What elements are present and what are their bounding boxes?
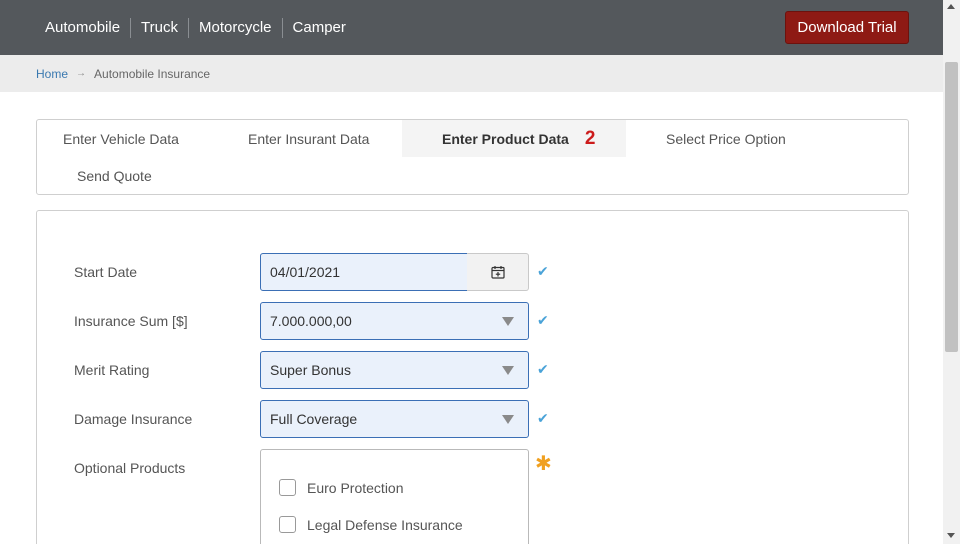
tab-label: Enter Insurant Data	[248, 130, 370, 147]
main-nav: Automobile Truck Motorcycle Camper	[45, 0, 356, 55]
tab-enter-insurant-data[interactable]: Enter Insurant Data	[248, 120, 369, 157]
start-date-label: Start Date	[74, 264, 138, 280]
calendar-button[interactable]	[467, 253, 529, 291]
page-scrollbar[interactable]	[943, 0, 960, 544]
tab-count-badge: 2	[584, 127, 596, 149]
tab-label: Send Quote	[77, 167, 152, 184]
nav-item-motorcycle[interactable]: Motorcycle	[188, 17, 282, 38]
tab-enter-product-data[interactable]: Enter Product Data 2	[402, 120, 626, 157]
legal-defense-checkbox[interactable]	[279, 516, 296, 533]
breadcrumb-current: Automobile Insurance	[94, 66, 211, 81]
euro-protection-label: Euro Protection	[307, 479, 404, 496]
nav-item-camper[interactable]: Camper	[281, 17, 356, 38]
chevron-down-icon	[502, 317, 514, 326]
tab-label: Enter Vehicle Data	[63, 130, 179, 147]
start-date-checkmark-icon: ✔	[537, 263, 549, 279]
damage-insurance-select[interactable]: Full Coverage	[260, 400, 529, 438]
euro-protection-checkbox[interactable]	[279, 479, 296, 496]
merit-rating-checkmark-icon: ✔	[537, 361, 549, 377]
calendar-icon	[490, 266, 505, 279]
damage-insurance-checkmark-icon: ✔	[537, 410, 549, 426]
insurance-sum-checkmark-icon: ✔	[537, 312, 549, 328]
scroll-up-icon[interactable]	[947, 4, 955, 9]
optional-products-label: Optional Products	[74, 460, 186, 476]
start-date-value: 04/01/2021	[270, 264, 341, 280]
required-asterisk-icon: ✱	[535, 453, 552, 475]
damage-insurance-label: Damage Insurance	[74, 411, 193, 427]
tab-select-price-option[interactable]: Select Price Option	[666, 120, 786, 157]
tab-label: Select Price Option	[666, 130, 786, 147]
insurance-sum-label: Insurance Sum [$]	[74, 313, 188, 329]
merit-rating-label: Merit Rating	[74, 362, 150, 378]
nav-item-truck[interactable]: Truck	[130, 17, 188, 38]
scrollbar-thumb[interactable]	[945, 62, 958, 352]
merit-rating-select[interactable]: Super Bonus	[260, 351, 529, 389]
tab-send-quote[interactable]: Send Quote	[77, 157, 152, 194]
start-date-input[interactable]: 04/01/2021	[260, 253, 468, 291]
breadcrumb-bar: Home → Automobile Insurance	[0, 55, 943, 92]
tab-label: Enter Product Data	[442, 130, 569, 147]
insurance-sum-select[interactable]: 7.000.000,00	[260, 302, 529, 340]
merit-rating-value: Super Bonus	[270, 362, 351, 378]
breadcrumb-arrow-icon: →	[76, 68, 87, 79]
tab-enter-vehicle-data[interactable]: Enter Vehicle Data	[63, 120, 179, 157]
breadcrumb: Home → Automobile Insurance	[36, 55, 210, 92]
legal-defense-option[interactable]: Legal Defense Insurance	[279, 516, 463, 533]
download-trial-button[interactable]: Download Trial	[785, 11, 909, 44]
nav-item-automobile[interactable]: Automobile	[45, 18, 130, 38]
insurance-sum-value: 7.000.000,00	[270, 313, 352, 329]
euro-protection-option[interactable]: Euro Protection	[279, 479, 404, 496]
scroll-down-icon[interactable]	[947, 533, 955, 538]
legal-defense-label: Legal Defense Insurance	[307, 516, 463, 533]
breadcrumb-home-link[interactable]: Home	[36, 67, 68, 81]
top-navigation-bar: Automobile Truck Motorcycle Camper Downl…	[0, 0, 943, 55]
chevron-down-icon	[502, 415, 514, 424]
damage-insurance-value: Full Coverage	[270, 411, 358, 427]
chevron-down-icon	[502, 366, 514, 375]
